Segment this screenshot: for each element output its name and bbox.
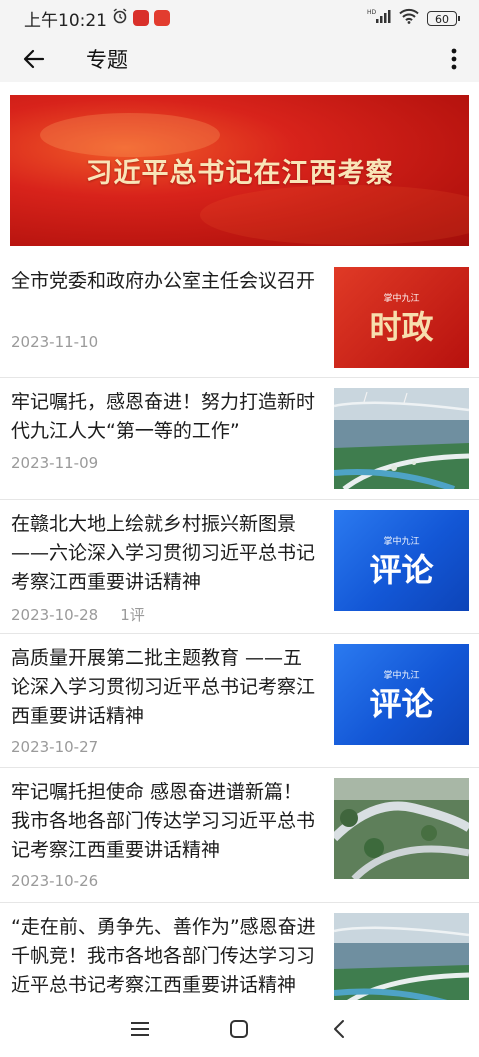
article-title: 高质量开展第二批主题教育 ——五论深入学习贯彻习近平总书记考察江西重要讲话精神 xyxy=(11,647,316,727)
topic-banner[interactable]: 习近平总书记在江西考察 xyxy=(10,95,469,246)
article-meta: 2023-10-27 xyxy=(11,738,98,756)
alarm-icon xyxy=(112,7,128,29)
thumbnail-label: 评论 xyxy=(369,685,434,723)
article-title: 牢记嘱托，感恩奋进！努力打造新时代九江人大“第一等的工作” xyxy=(11,391,316,442)
article-meta: 2023-10-28 1评 xyxy=(11,604,145,625)
news-app-notification-icon xyxy=(154,10,170,26)
menu-icon xyxy=(130,1021,149,1036)
more-options-button[interactable] xyxy=(445,40,463,78)
thumbnail-brand: 掌中九江 xyxy=(383,537,420,547)
article-meta: 2023-10-26 xyxy=(11,872,98,890)
article-date: 2023-10-28 xyxy=(11,606,99,624)
article-item[interactable]: 牢记嘱托担使命 感恩奋进谱新篇！我市各地各部门传达学习习近平总书记考察江西重要讲… xyxy=(0,768,479,903)
svg-text:HD: HD xyxy=(367,9,377,16)
thumbnail-brand: 掌中九江 xyxy=(383,294,420,304)
article-comment-count: 1评 xyxy=(120,606,145,624)
thumbnail-label: 评论 xyxy=(369,551,434,589)
status-bar: 上午10:21 HD 60 xyxy=(0,0,479,36)
article-title: 在赣北大地上绘就乡村振兴新图景——六论深入学习贯彻习近平总书记考察江西重要讲话精… xyxy=(11,513,316,593)
wifi-icon xyxy=(399,8,419,29)
more-vertical-icon xyxy=(451,48,457,70)
article-title: “走在前、勇争先、善作为”感恩奋进千帆竞！我市各地各部门传达学习习近平总书记考察… xyxy=(11,916,316,996)
article-item[interactable]: 高质量开展第二批主题教育 ——五论深入学习贯彻习近平总书记考察江西重要讲话精神 … xyxy=(0,634,479,768)
battery-level: 60 xyxy=(435,12,449,26)
signal-icon: HD xyxy=(367,8,391,29)
app-notification-icon xyxy=(133,10,149,26)
system-back-button[interactable] xyxy=(319,1009,359,1049)
article-item[interactable]: 全市党委和政府办公室主任会议召开 2023-11-10 掌中九江 时政 xyxy=(0,257,479,378)
article-date: 2023-10-26 xyxy=(11,872,99,890)
article-thumbnail-photo xyxy=(334,913,469,1005)
arrow-left-icon xyxy=(23,49,45,69)
article-thumbnail-photo xyxy=(334,388,469,489)
thumbnail-brand: 掌中九江 xyxy=(383,671,420,681)
recent-apps-button[interactable] xyxy=(120,1009,160,1049)
article-item[interactable]: 在赣北大地上绘就乡村振兴新图景——六论深入学习贯彻习近平总书记考察江西重要讲话精… xyxy=(0,500,479,634)
article-title: 牢记嘱托担使命 感恩奋进谱新篇！我市各地各部门传达学习习近平总书记考察江西重要讲… xyxy=(11,781,316,861)
article-date: 2023-10-27 xyxy=(11,738,99,756)
back-button[interactable] xyxy=(15,40,53,78)
article-list: 全市党委和政府办公室主任会议召开 2023-11-10 掌中九江 时政 牢记嘱托… xyxy=(0,257,479,1023)
article-meta: 2023-11-10 xyxy=(11,333,98,351)
home-square-icon xyxy=(230,1019,249,1038)
article-item[interactable]: 牢记嘱托，感恩奋进！努力打造新时代九江人大“第一等的工作” 2023-11-09 xyxy=(0,378,479,500)
thumbnail-label: 时政 xyxy=(369,308,434,346)
article-thumbnail: 掌中九江 评论 xyxy=(334,644,469,745)
article-title: 全市党委和政府办公室主任会议召开 xyxy=(11,270,316,292)
status-time: 上午10:21 xyxy=(24,10,107,31)
home-button[interactable] xyxy=(219,1009,259,1049)
article-thumbnail-photo xyxy=(334,778,469,879)
article-thumbnail: 掌中九江 时政 xyxy=(334,267,469,368)
article-meta: 2023-11-09 xyxy=(11,454,98,472)
banner-title: 习近平总书记在江西考察 xyxy=(85,158,394,189)
app-bar: 专题 xyxy=(0,36,479,82)
battery-icon: 60 xyxy=(427,10,460,26)
article-date: 2023-11-10 xyxy=(11,333,99,351)
page-title: 专题 xyxy=(86,48,128,72)
chevron-left-icon xyxy=(334,1019,345,1038)
system-nav-bar xyxy=(0,1000,479,1057)
article-thumbnail: 掌中九江 评论 xyxy=(334,510,469,611)
article-date: 2023-11-09 xyxy=(11,454,99,472)
